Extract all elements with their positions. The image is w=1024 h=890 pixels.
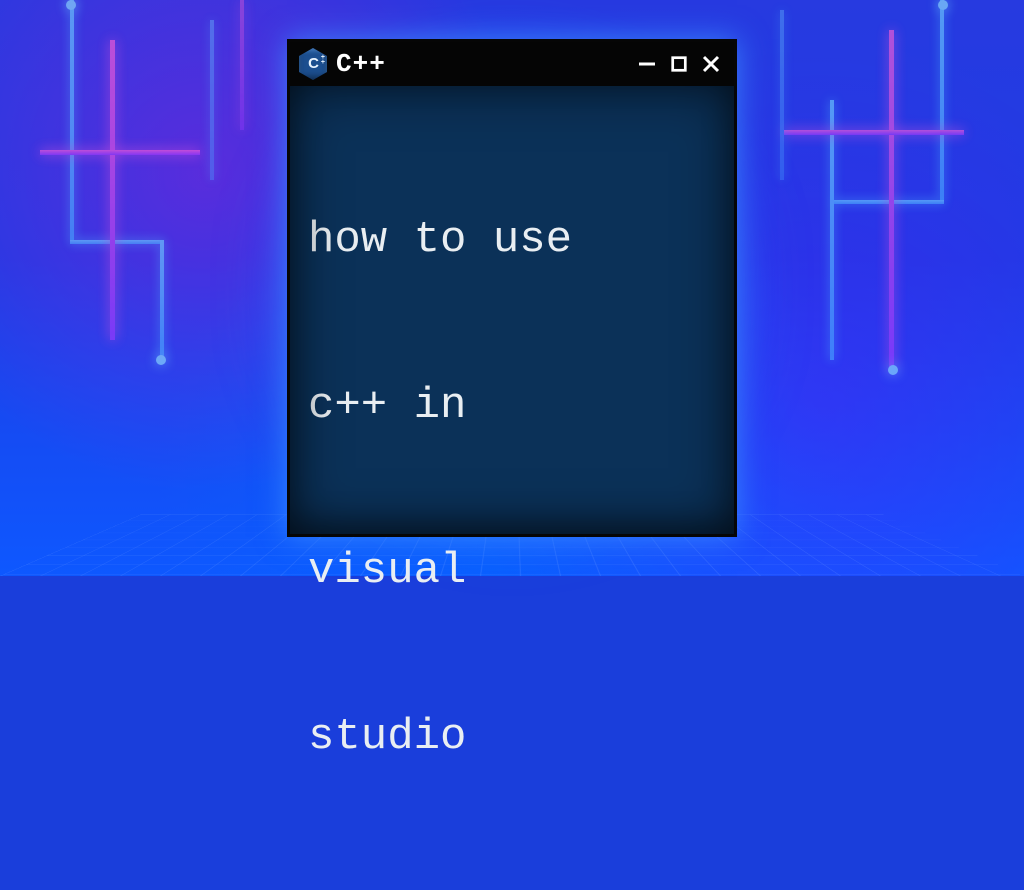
maximize-button[interactable] xyxy=(666,51,692,77)
titlebar[interactable]: C++ C++ xyxy=(290,42,734,86)
content-line: c++ in xyxy=(308,379,718,434)
minimize-button[interactable] xyxy=(634,51,660,77)
content-line: visual xyxy=(308,544,718,599)
close-button[interactable] xyxy=(698,51,724,77)
content-line: how to use xyxy=(308,213,718,268)
window-controls xyxy=(634,51,724,77)
content-line: studio xyxy=(308,710,718,765)
cpp-icon: C++ xyxy=(298,49,328,79)
terminal-window: C++ C++ how to use c++ in visual studio xyxy=(287,39,737,537)
window-title: C++ xyxy=(336,49,626,79)
terminal-content: how to use c++ in visual studio xyxy=(290,86,734,890)
